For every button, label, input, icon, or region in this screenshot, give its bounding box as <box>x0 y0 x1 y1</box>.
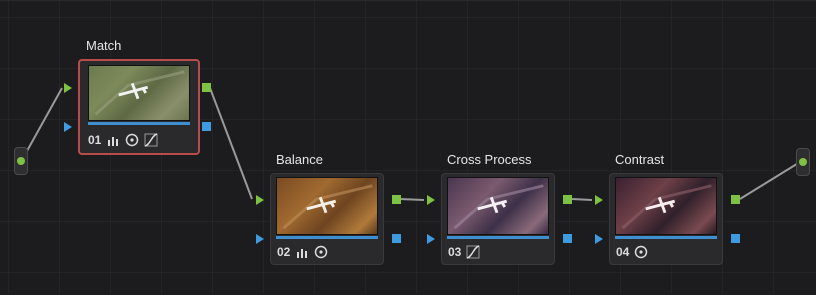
rgb-input-port[interactable] <box>427 195 435 205</box>
airplane-thumbnail-icon <box>453 184 544 230</box>
node-contrast[interactable]: 04 <box>609 173 723 265</box>
node-thumbnail <box>615 177 717 235</box>
levels-icon <box>297 249 308 258</box>
key-input-port[interactable] <box>256 234 264 244</box>
green-dot-icon <box>17 157 25 165</box>
node-thumbnail-bar <box>447 236 549 239</box>
node-number: 02 <box>277 245 291 259</box>
wire-contrast-to-output <box>739 161 801 200</box>
node-thumbnail <box>276 177 378 235</box>
key-input-port[interactable] <box>64 122 72 132</box>
green-dot-icon <box>799 158 807 166</box>
node-thumbnail-bar <box>88 122 190 125</box>
wire-cross-to-contrast <box>571 198 593 201</box>
circle-dot-icon <box>315 245 328 259</box>
rgb-output-port[interactable] <box>731 195 740 204</box>
key-input-port[interactable] <box>427 234 435 244</box>
key-output-port[interactable] <box>731 234 740 243</box>
node-number: 04 <box>616 245 630 259</box>
rgb-output-port[interactable] <box>202 83 211 92</box>
node-title-contrast: Contrast <box>615 152 665 167</box>
curves-icon <box>144 133 158 147</box>
wire-input-to-match <box>21 87 63 161</box>
node-footer: 01 <box>88 132 158 148</box>
rgb-input-port[interactable] <box>595 195 603 205</box>
rgb-input-port[interactable] <box>64 83 72 93</box>
output-node[interactable] <box>796 148 810 176</box>
airplane-thumbnail-icon <box>94 70 185 116</box>
node-thumbnail-bar <box>615 236 717 239</box>
node-balance[interactable]: 02 <box>270 173 384 265</box>
wire-balance-to-cross <box>399 198 425 201</box>
curves-icon <box>466 245 480 259</box>
node-thumbnail <box>447 177 549 235</box>
key-output-port[interactable] <box>202 122 211 131</box>
rgb-output-port[interactable] <box>563 195 572 204</box>
wire-match-to-balance <box>209 87 253 200</box>
input-node[interactable] <box>14 147 28 175</box>
node-footer: 02 <box>277 244 328 260</box>
node-thumbnail-bar <box>276 236 378 239</box>
node-cross-process[interactable]: 03 <box>441 173 555 265</box>
circle-dot-icon <box>126 133 139 147</box>
key-output-port[interactable] <box>392 234 401 243</box>
node-title-balance: Balance <box>276 152 323 167</box>
node-number: 01 <box>88 133 102 147</box>
circle-dot-icon <box>635 245 648 259</box>
levels-icon <box>108 137 119 146</box>
node-footer: 04 <box>616 244 648 260</box>
node-footer: 03 <box>448 244 480 260</box>
node-title-match: Match <box>86 38 122 53</box>
key-output-port[interactable] <box>563 234 572 243</box>
node-match[interactable]: 01 <box>78 59 200 155</box>
airplane-thumbnail-icon <box>621 184 712 230</box>
airplane-thumbnail-icon <box>282 184 373 230</box>
node-number: 03 <box>448 245 462 259</box>
rgb-output-port[interactable] <box>392 195 401 204</box>
key-input-port[interactable] <box>595 234 603 244</box>
rgb-input-port[interactable] <box>256 195 264 205</box>
node-title-cross-process: Cross Process <box>447 152 532 167</box>
node-graph-canvas[interactable]: Match 01 Balance 02 Cross Process 03 Con… <box>0 0 816 294</box>
node-thumbnail <box>88 65 190 121</box>
